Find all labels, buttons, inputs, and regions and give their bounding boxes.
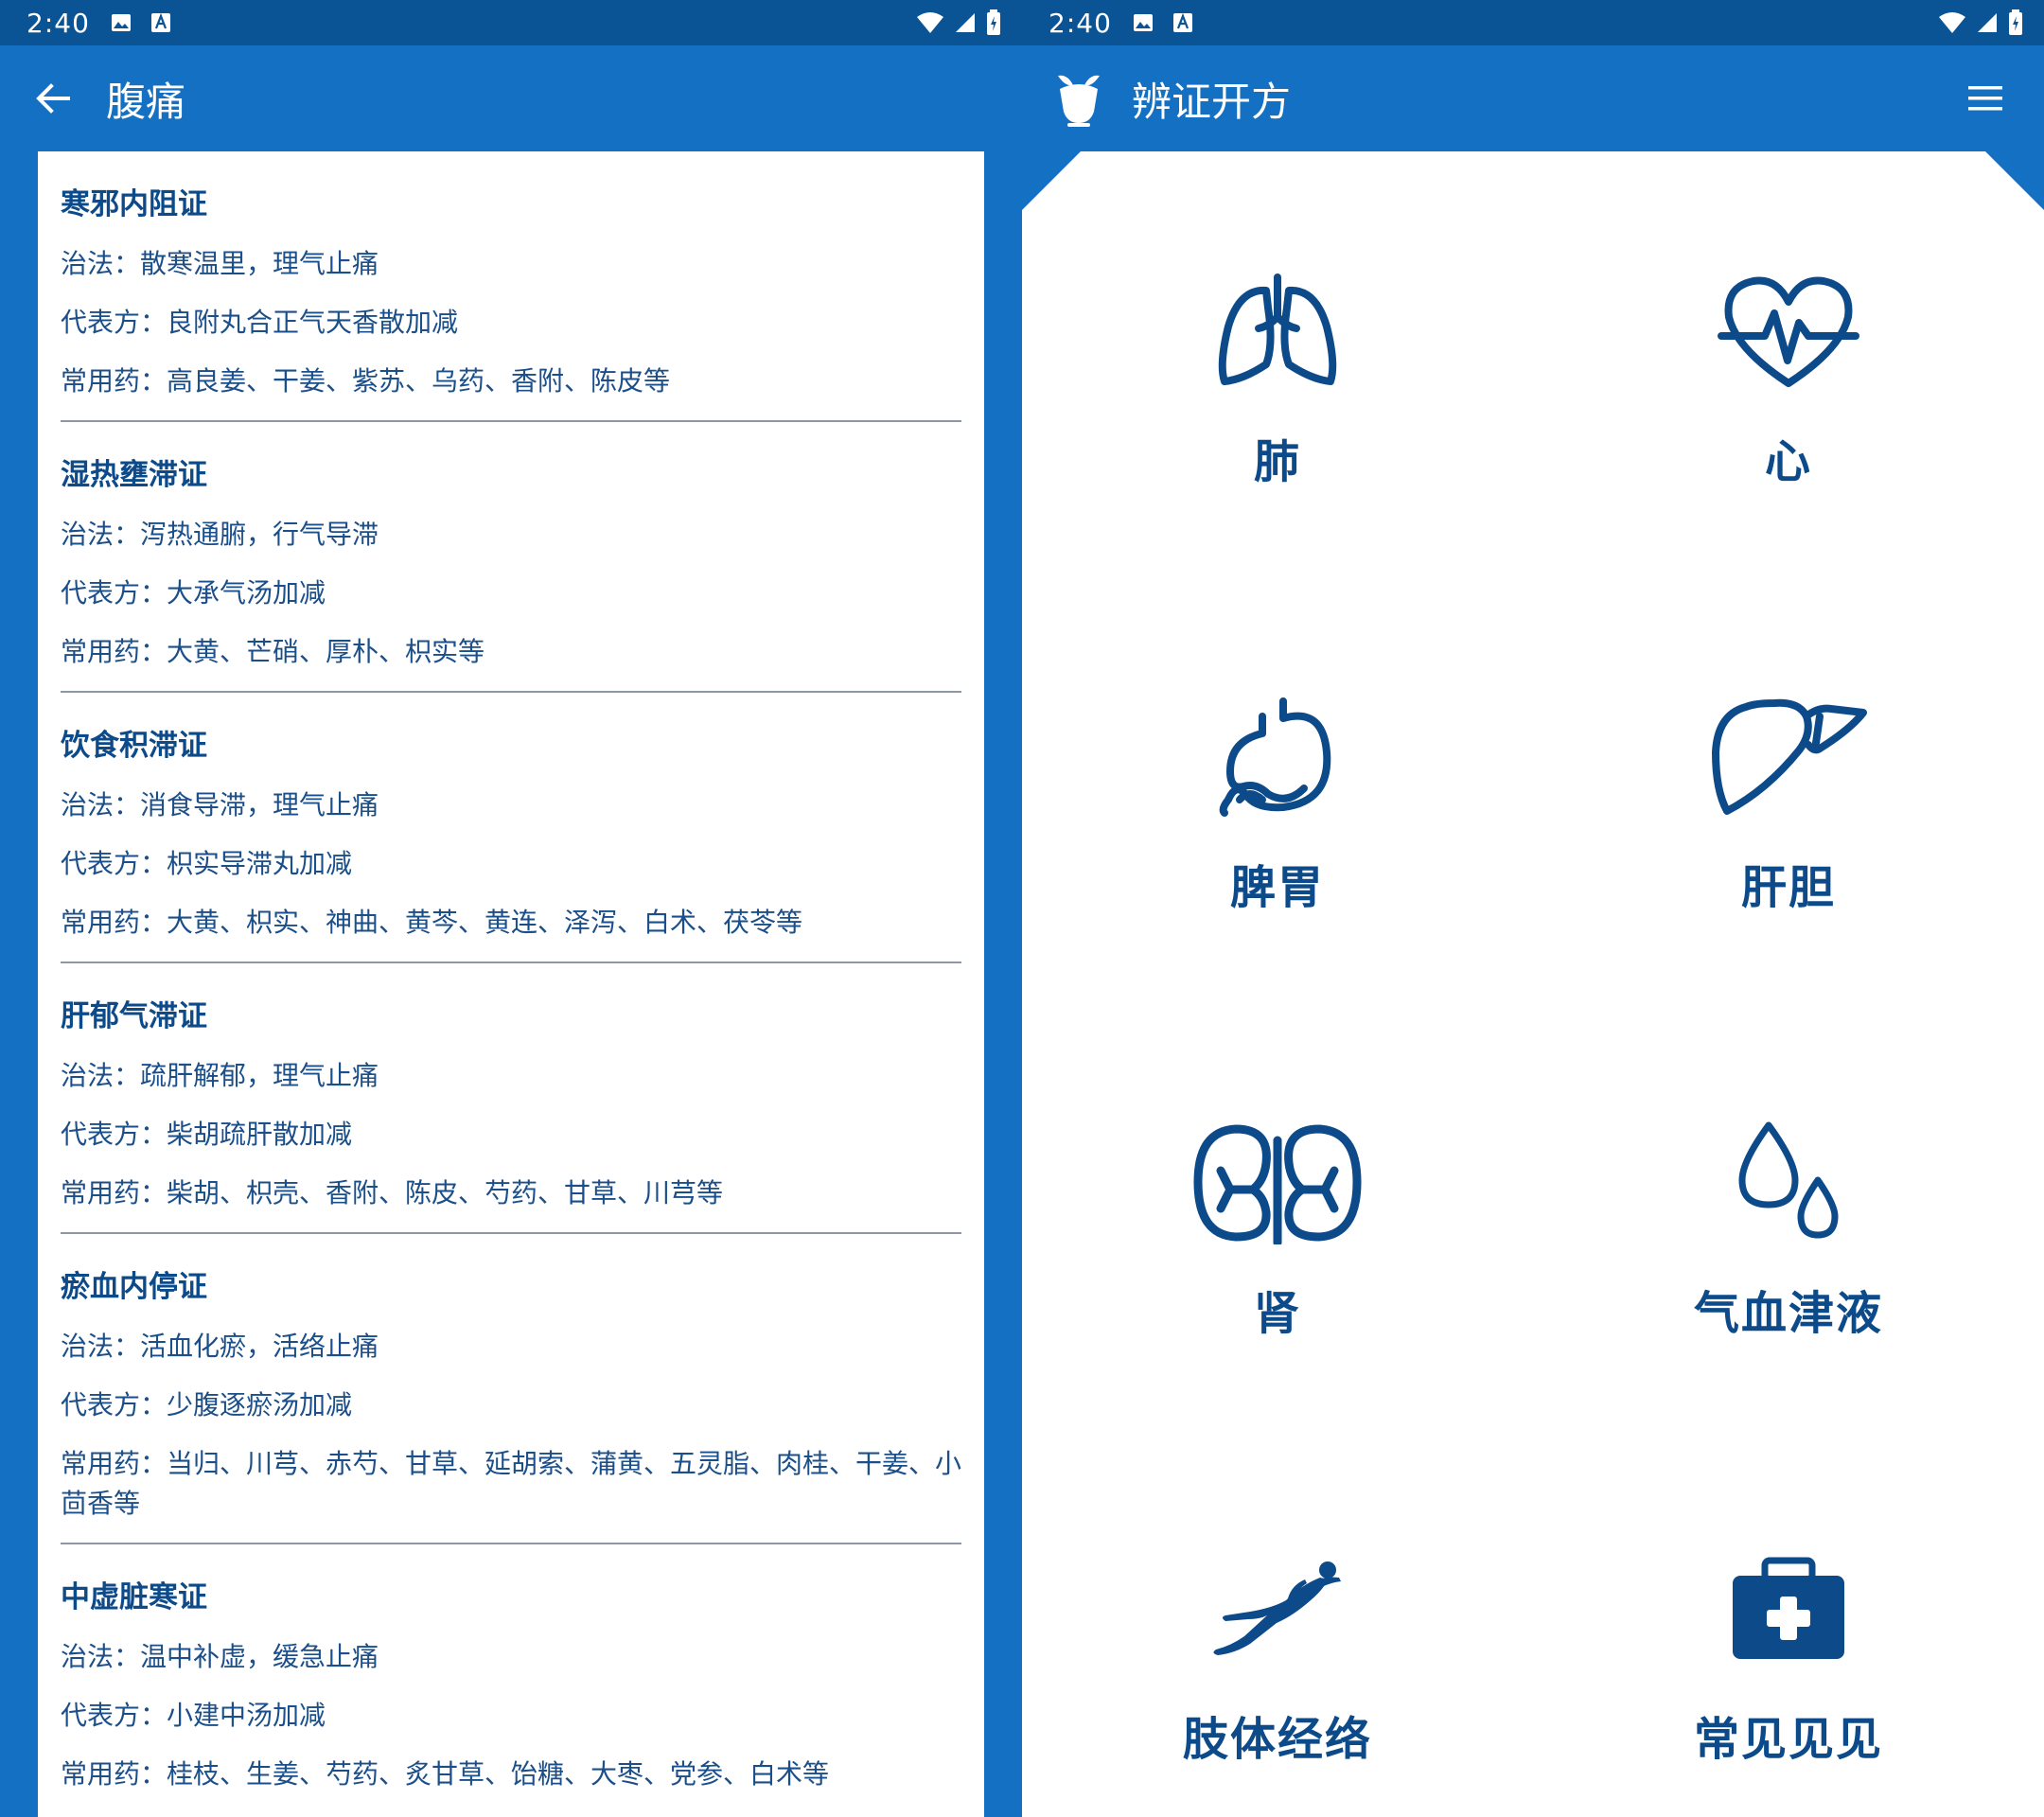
syndrome-title: 寒邪内阻证 (61, 187, 207, 221)
status-bar: 2:40 (1022, 0, 2044, 45)
formula-text: 代表方：大承气汤加减 (61, 577, 326, 609)
treatment-text: 治法：活血化瘀，活络止痛 (61, 1331, 379, 1362)
herbs-text: 常用药：桂枝、生姜、芍药、炙甘草、饴糖、大枣、党参、白术等 (61, 1758, 830, 1790)
tile-qi-blood-fluid[interactable]: 气血津液 (1533, 1003, 2044, 1429)
image-notification-icon (111, 13, 132, 32)
battery-icon (986, 9, 1001, 36)
syndrome-title: 瘀血内停证 (61, 1270, 207, 1304)
tile-label: 心 (1764, 435, 1812, 488)
syndrome-item[interactable]: 饮食积滞证治法：消食导滞，理气止痛 代表方：枳实导滞丸加减常用药：大黄、枳实、神曲… (61, 693, 961, 963)
formula-text: 代表方：少腹逐瘀汤加减 (61, 1389, 353, 1420)
status-bar: 2:40 (0, 0, 1022, 45)
app-bar: 腹痛 (0, 45, 1022, 151)
category-panel: 肺 心 脾胃 肝胆 肾 气血津液 肢体经络 常见见见 (1022, 151, 2044, 1817)
category-grid: 肺 心 脾胃 肝胆 肾 气血津液 肢体经络 常见见见 (1022, 151, 2044, 1817)
page-title: 腹痛 (106, 78, 186, 125)
syndrome-item[interactable]: 中虚脏寒证治法：温中补虚，缓急止痛 代表方：小建中汤加减常用药：桂枝、生姜、芍药、… (61, 1544, 961, 1813)
drops-icon (1694, 1107, 1883, 1259)
text-notification-icon (150, 12, 171, 33)
status-time: 2:40 (1048, 7, 1112, 39)
herbs-text: 常用药：当归、川芎、赤芍、甘草、延胡索、蒲黄、五灵脂、肉桂、干姜、小茴香等 (61, 1448, 962, 1519)
syndrome-title: 饮食积滞证 (61, 729, 207, 763)
liver-icon (1694, 681, 1883, 833)
wifi-icon (1938, 11, 1966, 34)
wifi-icon (916, 11, 944, 34)
tile-liver-gallbladder[interactable]: 肝胆 (1533, 577, 2044, 1003)
formula-text: 代表方：柴胡疏肝散加减 (61, 1119, 353, 1150)
right-screen: 2:40 辨证开方 肺 心 脾胃 肝胆 肾 气血津液 肢体经络 常见见见 (1022, 0, 2044, 1817)
treatment-text: 治法：消食导滞，理气止痛 (61, 789, 379, 820)
text-notification-icon (1172, 12, 1193, 33)
formula-text: 代表方：良附丸合正气天香散加减 (61, 307, 459, 338)
tile-label: 脾胃 (1229, 861, 1325, 914)
tile-lung[interactable]: 肺 (1022, 151, 1533, 577)
tile-label: 肺 (1253, 435, 1301, 488)
tile-heart[interactable]: 心 (1533, 151, 2044, 577)
treatment-text: 治法：散寒温里，理气止痛 (61, 248, 379, 279)
heart-icon (1694, 256, 1883, 407)
app-title: 辨证开方 (1132, 78, 1292, 125)
image-notification-icon (1133, 13, 1154, 32)
first-aid-kit-icon (1694, 1533, 1883, 1685)
status-time: 2:40 (26, 7, 90, 39)
stomach-icon (1183, 681, 1372, 833)
tile-spleen-stomach[interactable]: 脾胃 (1022, 577, 1533, 1003)
mortar-logo-icon (1048, 68, 1109, 129)
treatment-text: 治法：疏肝解郁，理气止痛 (61, 1060, 379, 1091)
hamburger-menu-icon (1968, 86, 2002, 111)
syndrome-item[interactable]: 寒邪内阻证治法：散寒温里，理气止痛代表方：良附丸合正气天香散加减常用药：高良姜、… (61, 151, 961, 422)
formula-text: 代表方：枳实导滞丸加减 (61, 848, 353, 879)
tile-common[interactable]: 常见见见 (1533, 1429, 2044, 1817)
herbs-text: 常用药：柴胡、枳壳、香附、陈皮、芍药、甘草、川芎等 (61, 1177, 724, 1208)
menu-button[interactable] (1955, 68, 2016, 129)
treatment-text: 治法：泻热通腑，行气导滞 (61, 519, 379, 550)
syndrome-title: 中虚脏寒证 (61, 1580, 207, 1614)
syndrome-item[interactable]: 湿热壅滞证治法：泻热通腑，行气导滞 代表方：大承气汤加减常用药：大黄、芒硝、厚朴、… (61, 422, 961, 693)
syndrome-item[interactable]: 瘀血内停证治法：活血化瘀，活络止痛 代表方：少腹逐瘀汤加减常用药：当归、川芎、赤芍… (61, 1234, 961, 1544)
syndrome-item[interactable]: 肝郁气滞证治法：疏肝解郁，理气止痛 代表方：柴胡疏肝散加减常用药：柴胡、枳壳、香附… (61, 963, 961, 1234)
signal-icon (954, 11, 977, 34)
body-icon (1183, 1533, 1372, 1685)
tile-kidney[interactable]: 肾 (1022, 1003, 1533, 1429)
signal-icon (1976, 11, 1999, 34)
battery-icon (2008, 9, 2023, 36)
tile-label: 肝胆 (1740, 861, 1836, 914)
herbs-text: 常用药：大黄、枳实、神曲、黄芩、黄连、泽泻、白术、茯苓等 (61, 907, 803, 938)
tile-label: 肢体经络 (1182, 1713, 1372, 1766)
arrow-left-icon (36, 83, 70, 114)
syndrome-title: 湿热壅滞证 (61, 458, 207, 492)
syndrome-list[interactable]: 寒邪内阻证治法：散寒温里，理气止痛代表方：良附丸合正气天香散加减常用药：高良姜、… (38, 151, 984, 1817)
tile-limbs-meridians[interactable]: 肢体经络 (1022, 1429, 1533, 1817)
syndrome-title: 肝郁气滞证 (61, 999, 207, 1033)
lungs-icon (1183, 256, 1372, 407)
kidneys-icon (1183, 1107, 1372, 1259)
treatment-text: 治法：温中补虚，缓急止痛 (61, 1641, 379, 1672)
back-button[interactable] (23, 68, 83, 129)
herbs-text: 常用药：高良姜、干姜、紫苏、乌药、香附、陈皮等 (61, 365, 671, 397)
formula-text: 代表方：小建中汤加减 (61, 1700, 326, 1731)
tile-label: 肾 (1253, 1287, 1301, 1340)
tile-label: 常见见见 (1693, 1713, 1883, 1766)
herbs-text: 常用药：大黄、芒硝、厚朴、枳实等 (61, 636, 485, 667)
tile-label: 气血津液 (1693, 1287, 1883, 1340)
app-bar: 辨证开方 (1022, 45, 2044, 151)
left-screen: 2:40 腹痛 寒邪内阻证 治法：散寒温里，理气止痛代表方：良附丸合正气天香散加… (0, 0, 1022, 1817)
